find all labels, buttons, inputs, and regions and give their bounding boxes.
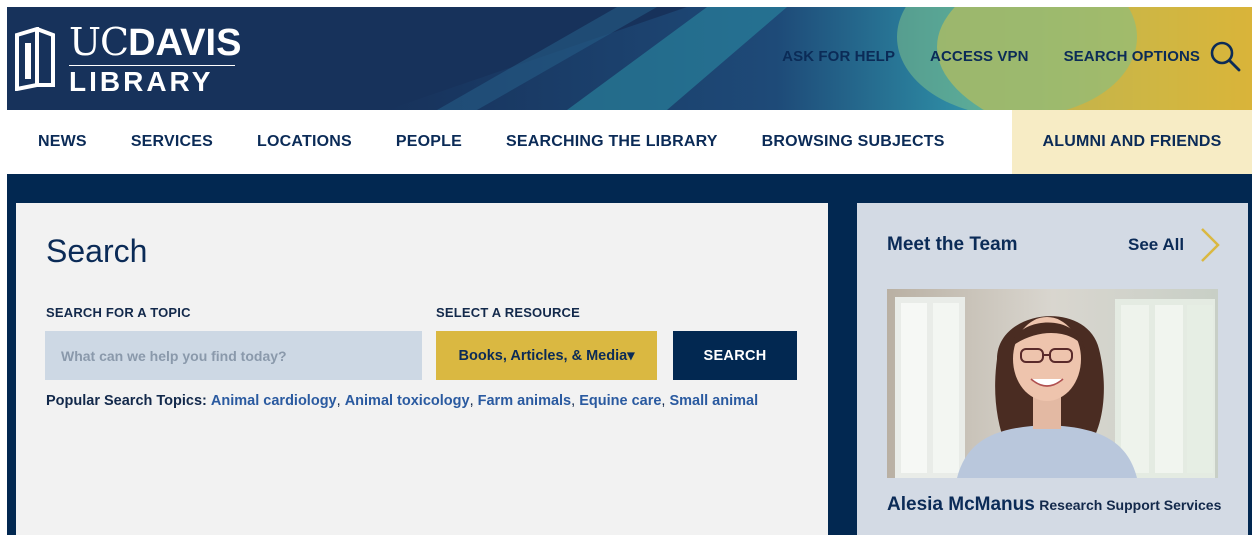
team-member-portrait — [887, 289, 1218, 478]
topic-link-animal-toxicology[interactable]: Animal toxicology — [345, 393, 470, 409]
team-heading: Meet the Team — [887, 234, 1018, 255]
search-toggle-button[interactable] — [1208, 39, 1242, 73]
logo-davis-text: DAVIS — [128, 21, 242, 64]
resource-select[interactable]: Books, Articles, & Media ▾ — [436, 331, 657, 380]
utility-nav: ASK FOR HELP ACCESS VPN SEARCH OPTIONS — [747, 39, 1242, 73]
caret-down-icon: ▾ — [627, 347, 635, 364]
nav-item-services[interactable]: SERVICES — [109, 110, 235, 174]
library-book-icon — [15, 27, 55, 91]
library-logo[interactable]: UC DAVIS LIBRARY — [13, 21, 241, 97]
logo-uc-text: UC — [69, 19, 129, 64]
chevron-right-icon[interactable] — [1199, 227, 1221, 263]
search-heading: Search — [46, 233, 148, 269]
site-header: UC DAVIS LIBRARY ASK FOR HELP ACCESS VPN… — [7, 7, 1252, 110]
popular-topics-label: Popular Search Topics: — [46, 393, 207, 409]
popular-topics: Popular Search Topics: Animal cardiology… — [46, 393, 759, 409]
primary-nav: NEWS SERVICES LOCATIONS PEOPLE SEARCHING… — [7, 110, 1252, 174]
topic-link-farm-animals[interactable]: Farm animals — [478, 393, 572, 409]
resource-select-value: Books, Articles, & Media — [458, 347, 628, 364]
topic-link-small-animal[interactable]: Small animal — [669, 393, 758, 409]
nav-item-alumni-and-friends[interactable]: ALUMNI AND FRIENDS — [1012, 110, 1252, 174]
team-member-department: Research Support Services — [1039, 497, 1222, 513]
search-panel: Search SEARCH FOR A TOPIC SELECT A RESOU… — [16, 203, 828, 535]
ask-for-help-link[interactable]: ASK FOR HELP — [782, 48, 895, 65]
access-vpn-link[interactable]: ACCESS VPN — [930, 48, 1029, 65]
search-topic-label: SEARCH FOR A TOPIC — [46, 305, 191, 320]
team-member-caption: Alesia McManus Research Support Services — [887, 493, 1227, 517]
nav-item-people[interactable]: PEOPLE — [374, 110, 484, 174]
search-button[interactable]: SEARCH — [673, 331, 797, 380]
team-member-photo[interactable] — [887, 289, 1218, 478]
meet-the-team-panel: Meet the Team See All Alesia McManus Res… — [857, 203, 1248, 535]
logo-library-text: LIBRARY — [69, 65, 214, 97]
team-member-name[interactable]: Alesia McManus — [887, 494, 1035, 515]
nav-item-news[interactable]: NEWS — [7, 110, 109, 174]
nav-item-locations[interactable]: LOCATIONS — [235, 110, 374, 174]
topic-link-animal-cardiology[interactable]: Animal cardiology — [211, 393, 337, 409]
resource-label: SELECT A RESOURCE — [436, 305, 581, 320]
search-options-link[interactable]: SEARCH OPTIONS — [1064, 48, 1200, 65]
search-input[interactable] — [45, 331, 422, 380]
search-icon — [1210, 41, 1241, 72]
nav-item-searching-the-library[interactable]: SEARCHING THE LIBRARY — [484, 110, 740, 174]
see-all-link[interactable]: See All — [1128, 235, 1184, 255]
topic-link-equine-care[interactable]: Equine care — [579, 393, 661, 409]
nav-item-browsing-subjects[interactable]: BROWSING SUBJECTS — [740, 110, 967, 174]
